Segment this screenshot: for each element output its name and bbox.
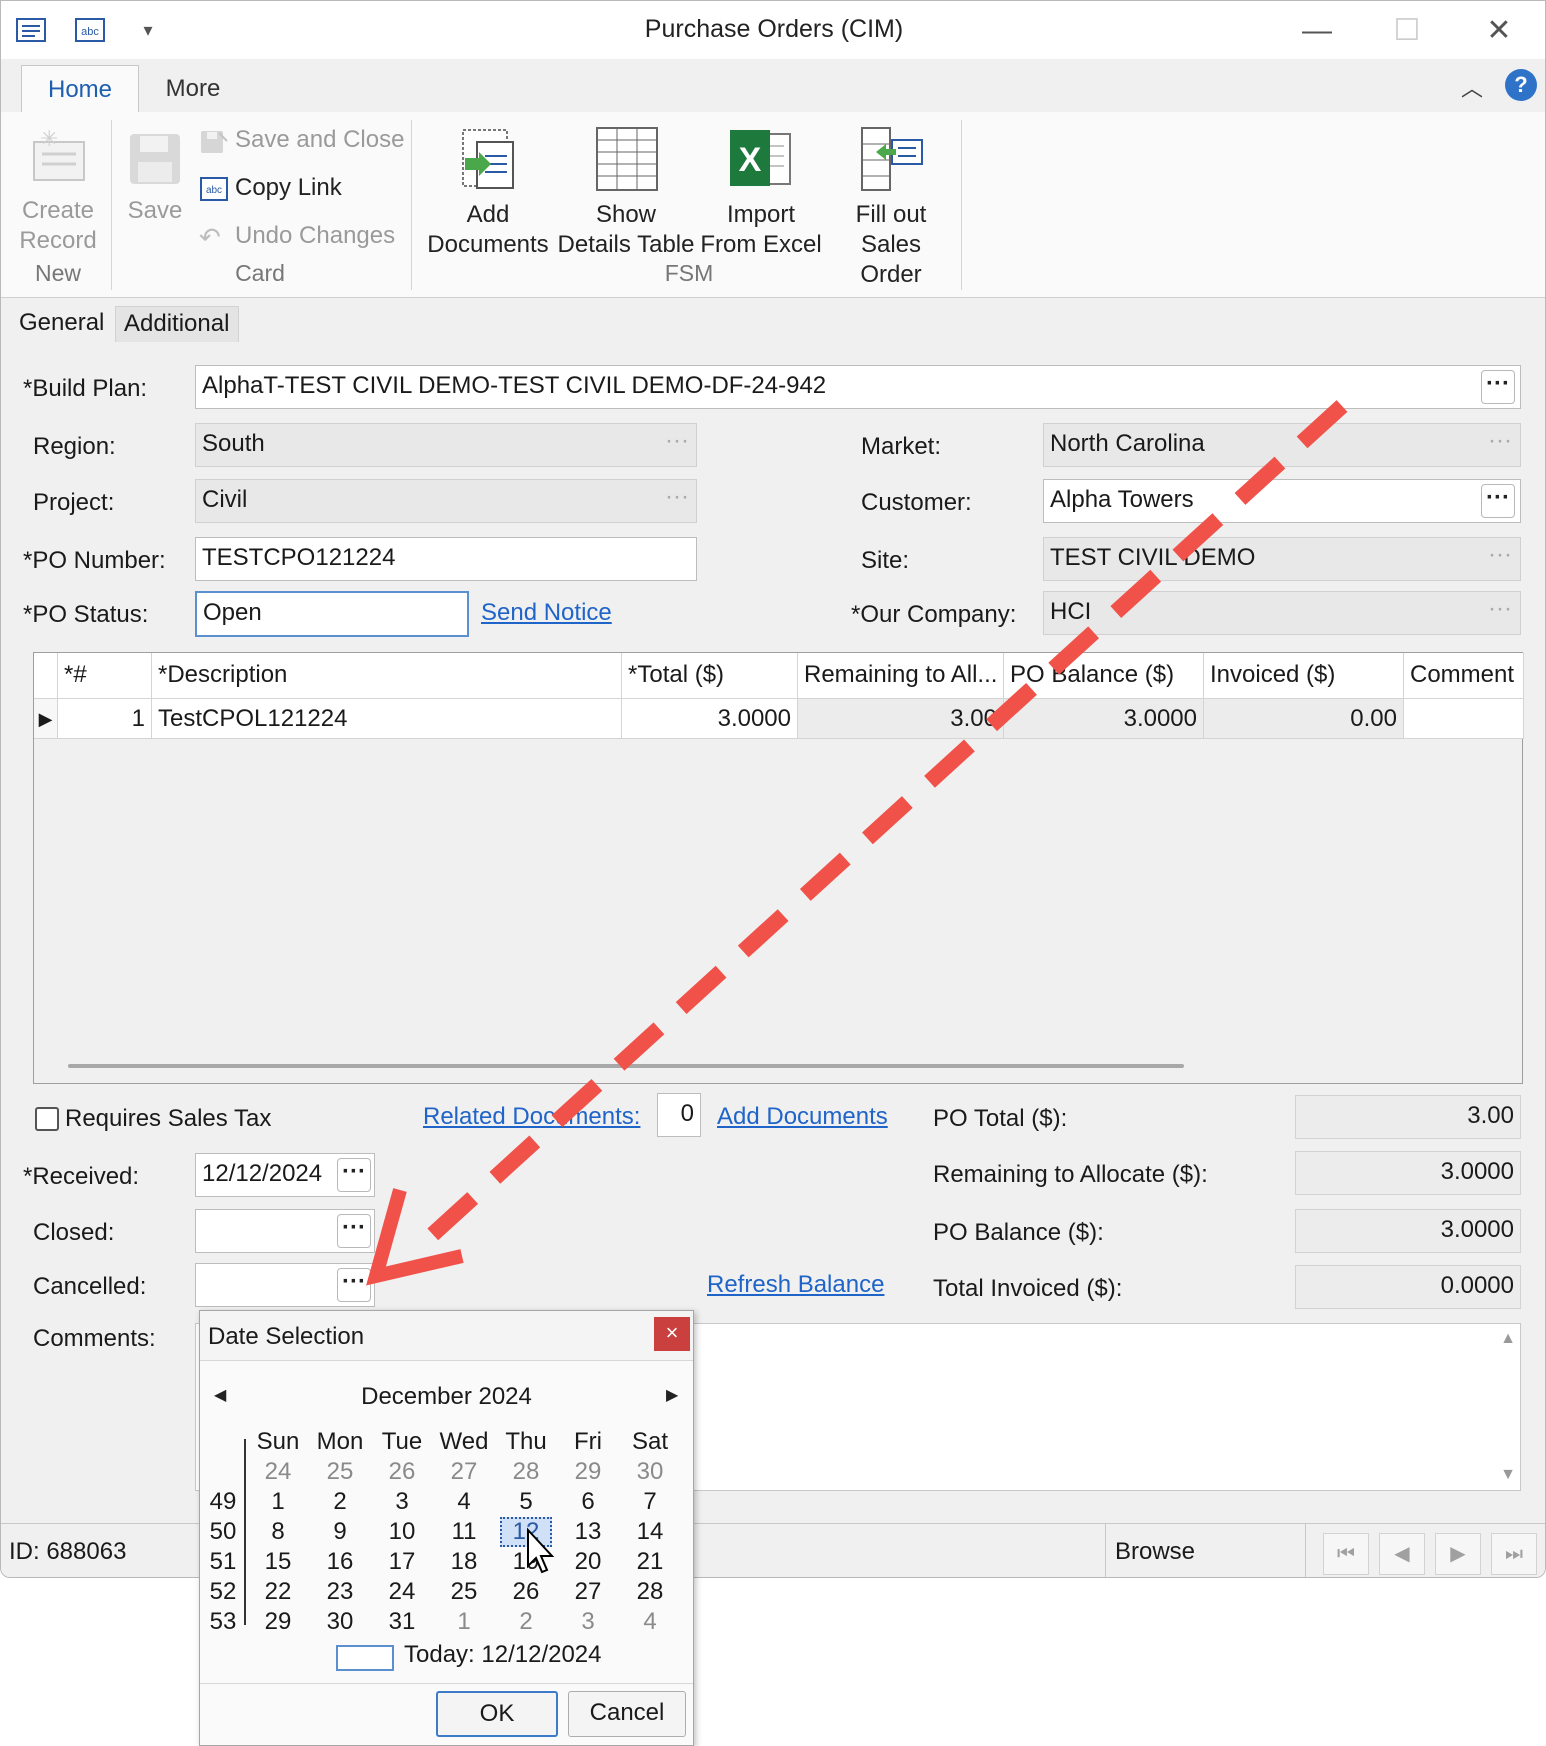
annotation-arrow-line — [414, 400, 1348, 1252]
annotation-overlay — [366, 400, 1348, 1574]
mouse-cursor-icon — [527, 1527, 555, 1574]
annotation-arrowhead — [366, 1188, 464, 1286]
